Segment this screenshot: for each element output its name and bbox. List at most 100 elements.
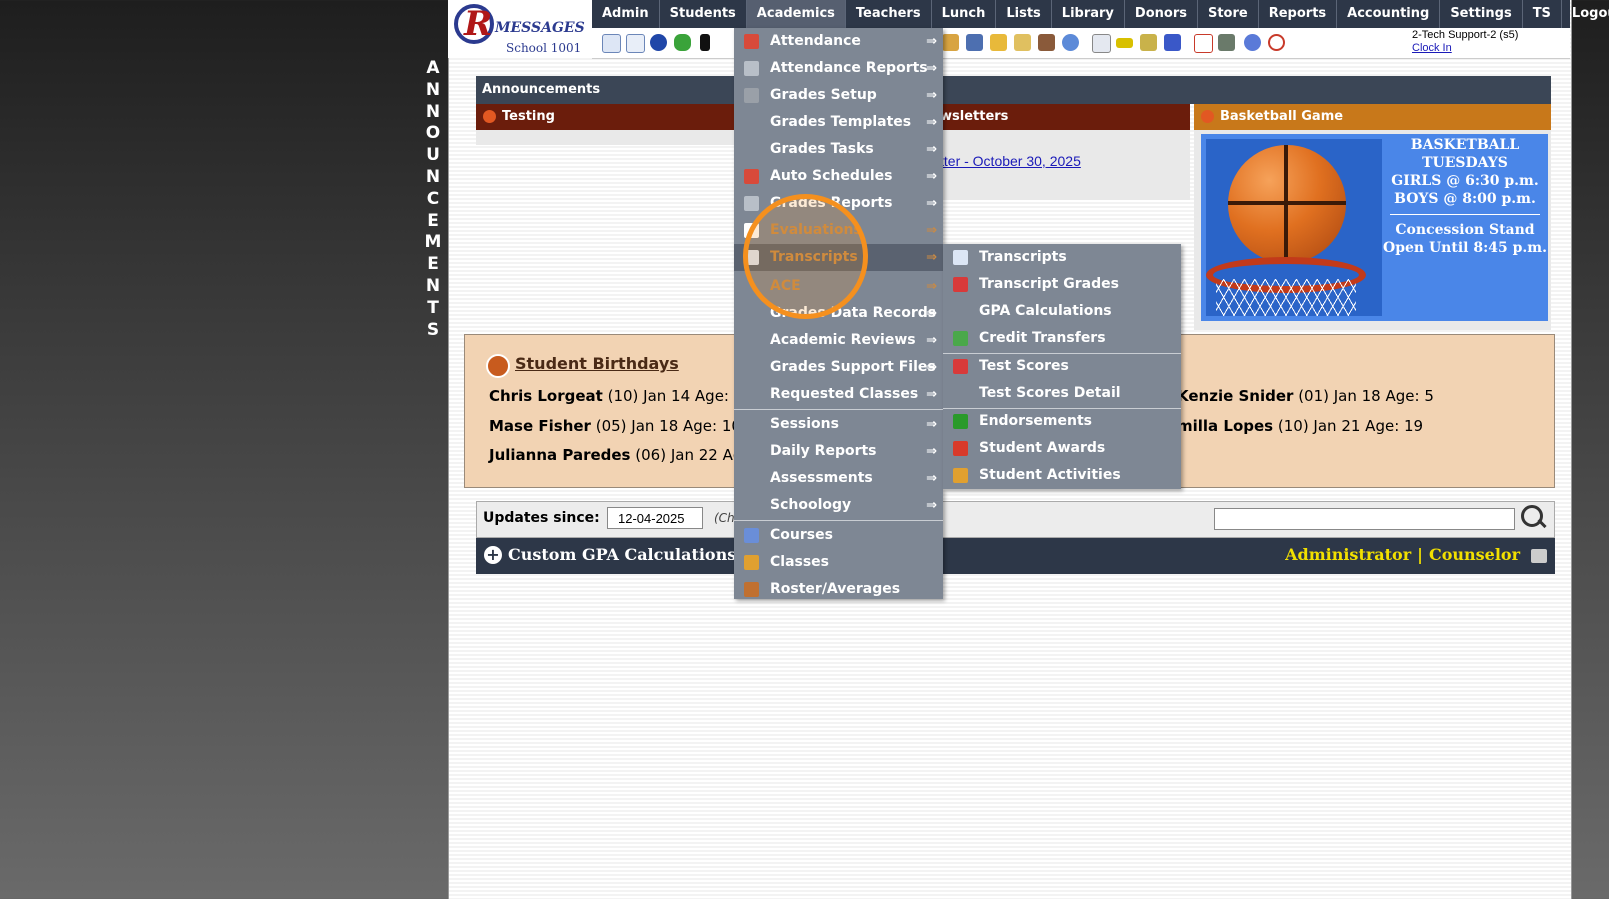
menu-item-roster-averages[interactable]: Roster/Averages	[734, 576, 943, 603]
book-icon[interactable]	[966, 34, 983, 51]
menu-item-transcripts[interactable]: Transcripts ⇒	[734, 244, 943, 271]
menu-item-label: Evaluations	[770, 222, 862, 238]
submenu-arrow-icon: ⇒	[926, 417, 937, 432]
menu-item-grades-setup[interactable]: Grades Setup ⇒	[734, 82, 943, 109]
search-icon[interactable]	[1521, 505, 1543, 527]
submenu-item-student-activities[interactable]: Student Activities	[943, 462, 1181, 489]
clock-in-link[interactable]: Clock In	[1412, 42, 1518, 55]
help-icon[interactable]	[1244, 34, 1261, 51]
user-info: 2-Tech Support-2 (s5) Clock In	[1412, 29, 1518, 55]
menu-item-grades-templates[interactable]: Grades Templates ⇒	[734, 109, 943, 136]
counselor-link[interactable]: Counselor	[1429, 545, 1520, 564]
menu-item-grades-data-records[interactable]: Grades Data Records ⇒	[734, 300, 943, 327]
transcripts-submenu: Transcripts Transcript Grades GPA Calculat…	[943, 244, 1181, 489]
menu-item-requested-classes[interactable]: Requested Classes ⇒	[734, 381, 943, 408]
submenu-item-credit-transfers[interactable]: Credit Transfers	[943, 325, 1181, 352]
phone-icon[interactable]	[700, 34, 710, 51]
nav-teachers[interactable]: Teachers	[846, 0, 932, 28]
submenu-item-test-scores-detail[interactable]: Test Scores Detail	[943, 380, 1181, 407]
pane-testing-body	[476, 130, 736, 145]
nav-ts[interactable]: TS	[1523, 0, 1562, 28]
submenu-item-label: Credit Transfers	[979, 330, 1106, 346]
administrator-link[interactable]: Administrator	[1285, 545, 1411, 564]
birthdays-title[interactable]: Student Birthdays	[515, 354, 679, 373]
pane-title: Basketball Game	[1220, 109, 1344, 124]
vertical-letter: N	[425, 79, 441, 100]
table-icon[interactable]	[1092, 34, 1111, 53]
menu-item-sessions[interactable]: Sessions ⇒	[734, 411, 943, 438]
nav-admin[interactable]: Admin	[592, 0, 660, 28]
email-icon[interactable]	[650, 34, 667, 51]
newsletter-link[interactable]: tter - October 30, 2025	[940, 153, 1081, 169]
menu-item-grades-tasks[interactable]: Grades Tasks ⇒	[734, 136, 943, 163]
submenu-arrow-icon: ⇒	[926, 169, 937, 184]
printer-icon[interactable]	[1140, 34, 1157, 51]
menu-item-grades-reports[interactable]: Grades Reports ⇒	[734, 190, 943, 217]
menu-item-label: Auto Schedules	[770, 168, 893, 184]
submenu-item-endorsements[interactable]: Endorsements	[943, 408, 1181, 435]
expand-icon[interactable]: +	[484, 546, 502, 564]
calendar-icon[interactable]	[626, 34, 645, 53]
export-icon[interactable]	[1014, 34, 1031, 51]
nav-donors[interactable]: Donors	[1125, 0, 1198, 28]
menu-item-label: Schoology	[770, 497, 852, 513]
submenu-item-transcript-grades[interactable]: Transcript Grades	[943, 271, 1181, 298]
menu-item-courses[interactable]: Courses	[734, 522, 943, 549]
flyer-line: Open Until 8:45 p.m.	[1383, 240, 1547, 256]
people-icon[interactable]	[1038, 34, 1055, 51]
updates-date-input[interactable]: 12-04-2025	[607, 507, 703, 529]
menu-item-attendance[interactable]: Attendance ⇒	[734, 28, 943, 55]
submenu-item-transcripts[interactable]: Transcripts	[943, 244, 1181, 271]
accounts-payable-icon[interactable]	[1164, 34, 1181, 51]
nav-academics[interactable]: Academics	[746, 0, 846, 28]
menu-item-daily-reports[interactable]: Daily Reports ⇒	[734, 438, 943, 465]
menu-item-attendance-reports[interactable]: Attendance Reports ⇒	[734, 55, 943, 82]
nav-lunch[interactable]: Lunch	[932, 0, 997, 28]
search-input[interactable]	[1214, 508, 1515, 530]
submenu-arrow-icon: ⇒	[926, 306, 937, 321]
submenu-item-label: Test Scores Detail	[979, 385, 1121, 401]
birthday-entry: milla Lopes (10) Jan 21 Age: 19	[1177, 417, 1424, 435]
nav-lists[interactable]: Lists	[996, 0, 1052, 28]
submenu-arrow-icon: ⇒	[926, 61, 937, 76]
menu-item-classes[interactable]: Classes	[734, 549, 943, 576]
card-icon[interactable]	[1116, 38, 1133, 48]
menu-item-ace[interactable]: ACE ⇒	[734, 273, 943, 300]
menu-item-assessments[interactable]: Assessments ⇒	[734, 465, 943, 492]
pane-basketball-header[interactable]: Basketball Game	[1194, 104, 1551, 130]
power-icon[interactable]	[1268, 34, 1285, 51]
roster-icon	[744, 582, 759, 597]
search-icon[interactable]	[602, 34, 621, 53]
printer-icon	[744, 196, 759, 211]
submenu-item-student-awards[interactable]: Student Awards	[943, 435, 1181, 462]
nav-students[interactable]: Students	[660, 0, 747, 28]
menu-item-schoology[interactable]: Schoology ⇒	[734, 492, 943, 519]
logo-brand: MESSAGES	[495, 20, 585, 36]
submenu-item-gpa-calculations[interactable]: GPA Calculations	[943, 298, 1181, 325]
vertical-letter: M	[424, 232, 442, 253]
nav-logout[interactable]: Logout	[1562, 0, 1609, 28]
megaphone-icon[interactable]	[990, 34, 1007, 51]
money-icon[interactable]	[1218, 34, 1235, 51]
pane-testing-header[interactable]: Testing	[476, 104, 736, 130]
menu-item-auto-schedules[interactable]: Auto Schedules ⇒	[734, 163, 943, 190]
printer-icon[interactable]	[1531, 549, 1547, 563]
person-icon	[953, 468, 968, 483]
clock-icon[interactable]	[1062, 34, 1079, 51]
nav-library[interactable]: Library	[1052, 0, 1125, 28]
nav-settings[interactable]: Settings	[1440, 0, 1523, 28]
nav-accounting[interactable]: Accounting	[1337, 0, 1441, 28]
submenu-arrow-icon: ⇒	[926, 142, 937, 157]
nav-store[interactable]: Store	[1198, 0, 1259, 28]
logo[interactable]: MESSAGES School 1001	[448, 0, 593, 58]
submenu-item-test-scores[interactable]: Test Scores	[943, 353, 1181, 380]
pdf-icon[interactable]	[1194, 34, 1213, 53]
submenu-item-label: Endorsements	[979, 413, 1092, 429]
menu-item-grades-support-files[interactable]: Grades Support Files ⇒	[734, 354, 943, 381]
menu-item-academic-reviews[interactable]: Academic Reviews ⇒	[734, 327, 943, 354]
lunch-icon[interactable]	[942, 34, 959, 51]
menu-item-evaluations[interactable]: Evaluations ⇒	[734, 217, 943, 244]
chat-icon[interactable]	[674, 34, 691, 51]
basketball-text: BASKETBALL TUESDAYS GIRLS @ 6:30 p.m. BO…	[1382, 136, 1548, 257]
nav-reports[interactable]: Reports	[1259, 0, 1338, 28]
